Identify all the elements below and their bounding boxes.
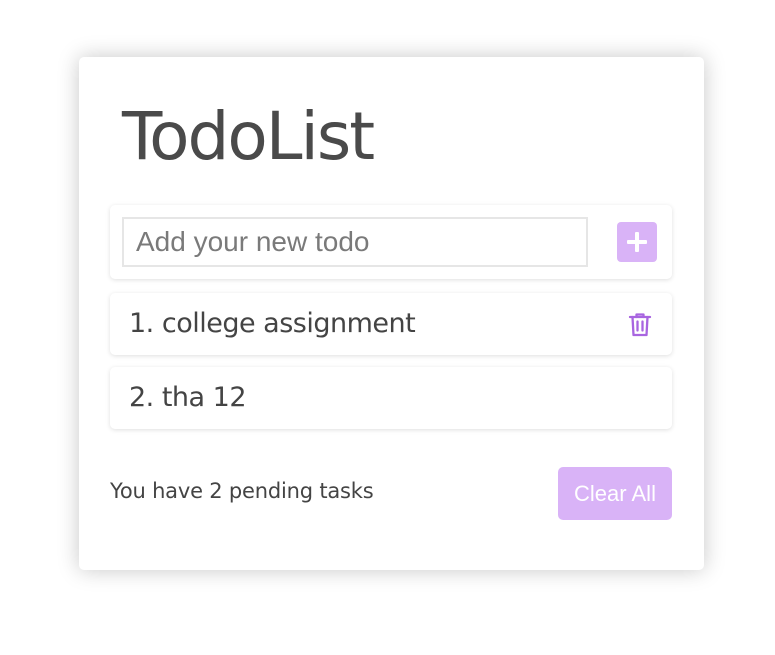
pending-count-text: You have 2 pending tasks <box>110 479 374 503</box>
todo-label: 2. tha 12 <box>129 382 247 413</box>
todo-item: 1. college assignment <box>110 293 672 355</box>
todo-item: 2. tha 12 <box>110 367 672 429</box>
clear-all-button[interactable]: Clear All <box>558 467 672 520</box>
new-todo-row <box>110 205 672 279</box>
todo-card: TodoList 1. college assignment 2. tha 12… <box>79 57 704 570</box>
trash-icon[interactable] <box>626 310 654 338</box>
app-title: TodoList <box>122 98 375 175</box>
todo-label: 1. college assignment <box>129 308 416 339</box>
add-todo-button[interactable] <box>617 222 657 262</box>
new-todo-input[interactable] <box>122 217 588 267</box>
plus-icon <box>627 232 647 252</box>
